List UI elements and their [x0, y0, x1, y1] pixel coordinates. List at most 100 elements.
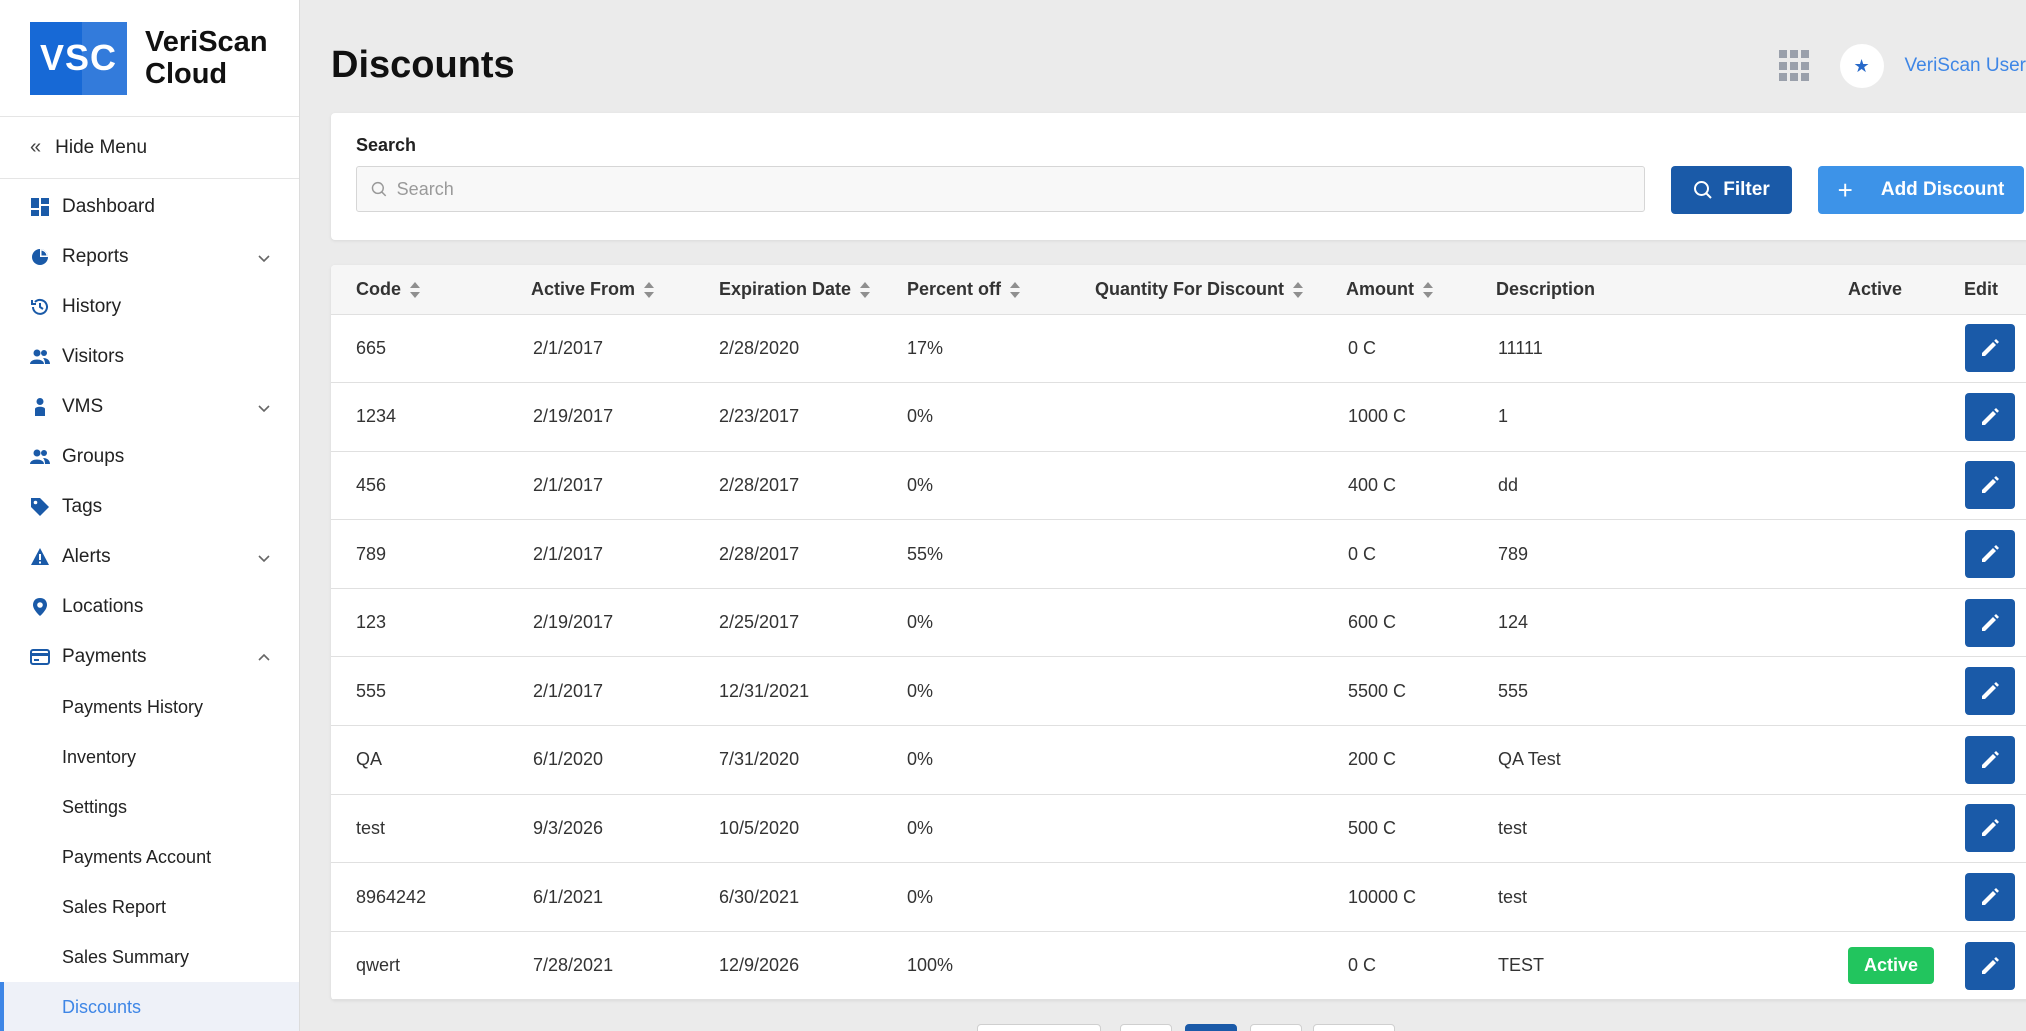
edit-button[interactable] — [1965, 667, 2015, 716]
search-label: Search — [356, 135, 417, 155]
table-row: 665 2/1/2017 2/28/2020 17% 0 C 11111 — [331, 314, 2026, 383]
app-name-line2: Cloud — [145, 58, 228, 90]
cell-expiration: 2/28/2017 — [719, 474, 800, 495]
sidebar-item-dashboard[interactable]: Dashboard — [0, 182, 299, 232]
logo[interactable]: VSC — [30, 21, 127, 95]
search-icon — [371, 181, 387, 197]
cell-active-from: 2/19/2017 — [533, 406, 614, 427]
users-icon — [30, 347, 50, 367]
hide-menu-button[interactable]: « Hide Menu — [0, 117, 299, 179]
cell-code: 789 — [356, 543, 387, 564]
sidebar-item-label: Reports — [62, 246, 129, 267]
table-row: 555 2/1/2017 12/31/2021 0% 5500 C 555 — [331, 657, 2026, 726]
column-header-percent-off[interactable]: Percent off — [882, 265, 1070, 314]
sidebar-subitem-sales-summary[interactable]: Sales Summary — [0, 932, 299, 982]
add-discount-button[interactable]: + Add Discount — [1818, 166, 2024, 214]
cell-description: test — [1498, 817, 1528, 838]
sidebar-item-label: Payments — [62, 646, 147, 667]
star-icon: ★ — [1853, 55, 1870, 76]
column-header-expiration-date[interactable]: Expiration Date — [694, 265, 882, 314]
person-icon — [30, 397, 50, 417]
sort-icon[interactable] — [1422, 281, 1434, 299]
sidebar-subitem-inventory[interactable]: Inventory — [0, 732, 299, 782]
sidebar-item-label: Groups — [62, 446, 125, 467]
edit-button[interactable] — [1965, 735, 2015, 784]
table-row: qwert 7/28/2021 12/9/2026 100% 0 C TEST Active — [331, 931, 2026, 1000]
column-header-code[interactable]: Code — [331, 265, 506, 314]
edit-button[interactable] — [1965, 804, 2015, 853]
sidebar-item-vms[interactable]: VMS — [0, 382, 299, 432]
search-input[interactable] — [396, 178, 1644, 200]
cell-active — [1825, 451, 1949, 520]
sidebar-item-locations[interactable]: Locations — [0, 582, 299, 632]
cell-amount: 200 C — [1348, 749, 1397, 770]
app-name: VeriScan Cloud — [145, 26, 268, 90]
sidebar-subitem-payments-account[interactable]: Payments Account — [0, 832, 299, 882]
pagination-page-button[interactable] — [1120, 1024, 1172, 1031]
sidebar-item-history[interactable]: History — [0, 282, 299, 332]
cell-expiration: 2/23/2017 — [719, 406, 800, 427]
sidebar-item-payments[interactable]: Payments — [0, 632, 299, 682]
edit-button[interactable] — [1965, 873, 2015, 922]
sidebar-subitem-discounts[interactable]: Discounts — [0, 982, 299, 1031]
sort-icon[interactable] — [643, 281, 655, 299]
pencil-icon — [1982, 545, 1999, 563]
pencil-icon — [1982, 682, 1999, 700]
cell-active: Active — [1825, 931, 1949, 1000]
sidebar-subitem-settings[interactable]: Settings — [0, 782, 299, 832]
sidebar-subitem-sales-report[interactable]: Sales Report — [0, 882, 299, 932]
sidebar-subitem-payments-history[interactable]: Payments History — [0, 682, 299, 732]
search-field[interactable] — [356, 166, 1645, 212]
cell-active-from: 2/19/2017 — [533, 612, 614, 633]
table-body: 665 2/1/2017 2/28/2020 17% 0 C 11111 1234 2/19/… — [331, 314, 2026, 1000]
column-header-amount[interactable]: Amount — [1321, 265, 1471, 314]
cell-edit — [1949, 383, 2026, 452]
edit-button[interactable] — [1965, 392, 2015, 441]
cell-amount: 10000 C — [1348, 886, 1417, 907]
cell-expiration: 12/9/2026 — [719, 955, 800, 976]
sidebar-item-tags[interactable]: Tags — [0, 482, 299, 532]
location-pin-icon — [30, 597, 50, 617]
cell-active — [1825, 794, 1949, 863]
column-header-label: Expiration Date — [719, 278, 852, 299]
edit-button[interactable] — [1965, 324, 2015, 373]
column-header-quantity-for-discount[interactable]: Quantity For Discount — [1070, 265, 1321, 314]
cell-description: 555 — [1498, 680, 1529, 701]
sidebar-item-visitors[interactable]: Visitors — [0, 332, 299, 382]
sidebar-item-alerts[interactable]: Alerts — [0, 532, 299, 582]
cell-amount: 0 C — [1348, 543, 1377, 564]
sidebar-item-groups[interactable]: Groups — [0, 432, 299, 482]
sort-icon[interactable] — [1009, 281, 1021, 299]
cell-code: 1234 — [356, 406, 397, 427]
sidebar-item-label: Dashboard — [62, 196, 155, 217]
edit-button[interactable] — [1965, 461, 2015, 510]
pagination-current-page[interactable] — [1185, 1024, 1237, 1031]
sidebar-item-reports[interactable]: Reports — [0, 232, 299, 282]
filter-button[interactable]: Filter — [1671, 166, 1792, 214]
cell-edit — [1949, 657, 2026, 726]
user-menu-link[interactable]: VeriScan User — [1905, 55, 2026, 77]
sidebar-item-label: Alerts — [62, 546, 111, 567]
table-row: 8964242 6/1/2021 6/30/2021 0% 10000 C test — [331, 863, 2026, 932]
sort-icon[interactable] — [859, 281, 871, 299]
pagination-page-button[interactable] — [1250, 1024, 1302, 1031]
edit-button[interactable] — [1965, 941, 2015, 990]
sort-icon[interactable] — [1292, 281, 1304, 299]
favorites-button[interactable]: ★ — [1839, 44, 1884, 88]
double-chevron-left-icon: « — [30, 136, 42, 158]
cell-description: 1 — [1498, 406, 1509, 427]
pie-chart-icon — [30, 247, 50, 267]
column-header-active-from[interactable]: Active From — [506, 265, 694, 314]
apps-grid-icon[interactable] — [1778, 50, 1811, 82]
cell-quantity — [1070, 520, 1321, 589]
edit-button[interactable] — [1965, 530, 2015, 579]
logo-abbr: VSC — [39, 37, 118, 78]
edit-button[interactable] — [1965, 598, 2015, 647]
cell-percent-off: 0% — [907, 817, 934, 838]
cell-amount: 1000 C — [1348, 406, 1407, 427]
cell-quantity — [1070, 931, 1321, 1000]
sidebar-item-label: VMS — [62, 396, 104, 417]
pagination-prev-button[interactable] — [977, 1024, 1101, 1031]
sort-icon[interactable] — [409, 281, 421, 299]
pagination-next-button[interactable] — [1313, 1024, 1395, 1031]
